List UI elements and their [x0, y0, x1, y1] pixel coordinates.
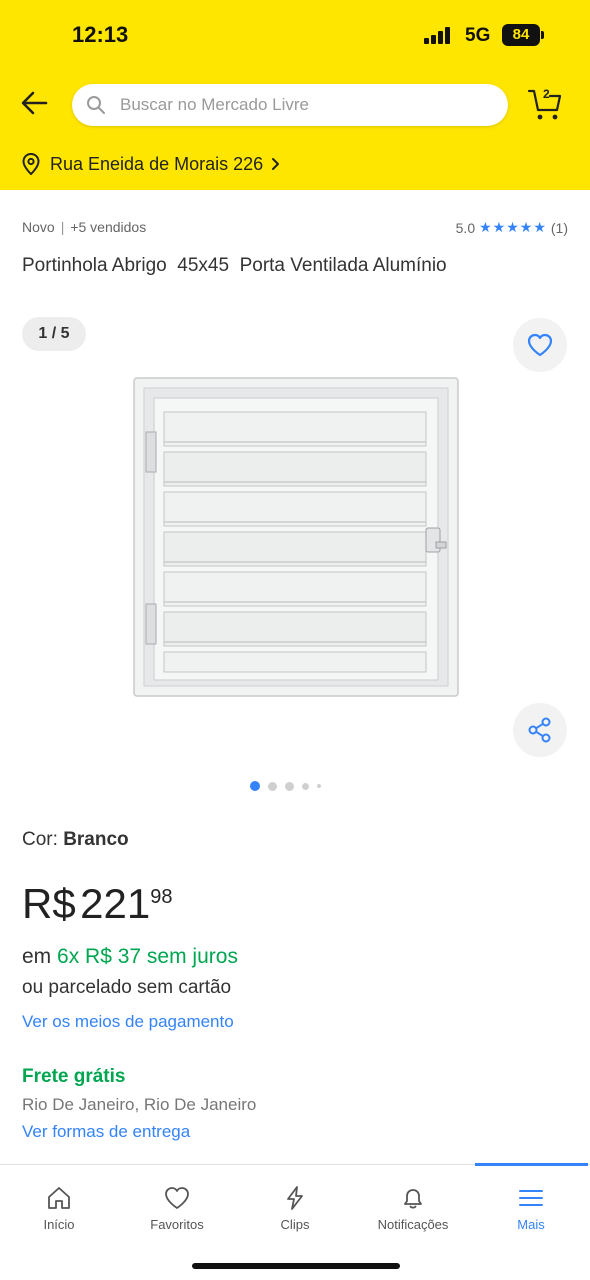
installment-value: 6x R$ 37 sem juros — [57, 945, 238, 968]
menu-icon — [519, 1190, 543, 1206]
back-arrow-icon[interactable] — [18, 86, 52, 120]
color-value: Branco — [63, 829, 129, 850]
share-icon — [528, 717, 551, 743]
cart-count: 2 — [543, 87, 550, 101]
color-selection: Cor: Branco — [22, 829, 129, 851]
star-rating-icon: ★★★★★ — [479, 219, 547, 235]
shipping-city: Rio De Janeiro, Rio De Janeiro — [22, 1095, 257, 1114]
gallery-counter: 1 / 5 — [22, 317, 86, 351]
tab-favoritos[interactable]: Favoritos — [118, 1165, 236, 1245]
location-pin-icon — [22, 153, 40, 175]
product-condition: Novo | +5 vendidos — [22, 219, 146, 235]
search-icon — [87, 96, 105, 114]
heart-icon — [527, 333, 553, 357]
bell-icon — [404, 1189, 422, 1209]
gallery-pagination — [250, 781, 329, 791]
tab-label: Clips — [280, 1217, 310, 1232]
signal-icon — [424, 27, 454, 44]
tab-mais[interactable]: Mais — [472, 1165, 590, 1245]
price-integer: 221 — [80, 880, 151, 927]
installments-text: em 6x R$ 37 sem juros — [22, 945, 238, 969]
pagination-dot[interactable] — [302, 782, 309, 790]
product-price: R$ 22198 — [22, 880, 172, 928]
network-label: 5G — [465, 25, 491, 46]
search-placeholder: Buscar no Mercado Livre — [120, 95, 309, 114]
cart-button[interactable]: 2 — [526, 86, 564, 122]
pagination-dot[interactable] — [285, 781, 294, 791]
review-count: (1) — [550, 219, 568, 236]
home-indicator — [192, 1263, 400, 1269]
product-title: Portinhola Abrigo 45x45 Porta Ventilada … — [22, 255, 447, 276]
tab-clips[interactable]: Clips — [236, 1165, 354, 1245]
pagination-dot-active[interactable] — [250, 781, 260, 791]
status-bar: 12:13 5G 84 — [0, 0, 590, 70]
rating-summary[interactable]: 5.0 ★★★★★ (1) — [456, 219, 568, 236]
battery-tip — [541, 31, 544, 39]
sold-count: +5 vendidos — [70, 219, 147, 235]
home-icon — [48, 1187, 70, 1209]
meta-separator: | — [60, 219, 65, 235]
free-shipping-title: Frete grátis — [22, 1066, 126, 1087]
price-cents: 98 — [150, 886, 173, 908]
shipping-options-link[interactable]: Ver formas de entrega — [22, 1122, 190, 1142]
address-text: Rua Eneida de Morais 226 — [50, 153, 264, 174]
tab-inicio[interactable]: Início — [0, 1165, 118, 1245]
tab-label: Mais — [517, 1217, 545, 1232]
chevron-right-icon — [272, 158, 280, 170]
product-image[interactable] — [130, 372, 462, 702]
rating-value: 5.0 — [455, 219, 476, 236]
share-button[interactable] — [513, 703, 567, 757]
pagination-dot[interactable] — [317, 784, 321, 788]
heart-icon — [165, 1187, 189, 1209]
payment-methods-link[interactable]: Ver os meios de pagamento — [22, 1012, 234, 1032]
delivery-address[interactable]: Rua Eneida de Morais 226 — [22, 150, 291, 178]
lightning-icon — [287, 1186, 303, 1210]
installment-prefix: em — [22, 945, 52, 968]
status-time: 12:13 — [72, 22, 129, 47]
tab-label: Início — [43, 1217, 75, 1232]
app-header: 12:13 5G 84 Buscar no Mercado Livre 2 Ru… — [0, 0, 590, 190]
price-currency: R$ — [22, 880, 76, 927]
pagination-dot[interactable] — [268, 781, 277, 791]
tab-notificacoes[interactable]: Notificações — [354, 1165, 472, 1245]
battery-icon: 84 — [502, 24, 540, 46]
no-card-text: ou parcelado sem cartão — [22, 977, 232, 998]
tab-label: Favoritos — [150, 1217, 204, 1232]
condition-label: Novo — [22, 219, 55, 235]
favorite-button[interactable] — [513, 318, 567, 372]
search-input[interactable]: Buscar no Mercado Livre — [72, 84, 508, 126]
color-label: Cor: — [22, 829, 58, 850]
tab-label: Notificações — [377, 1217, 449, 1232]
